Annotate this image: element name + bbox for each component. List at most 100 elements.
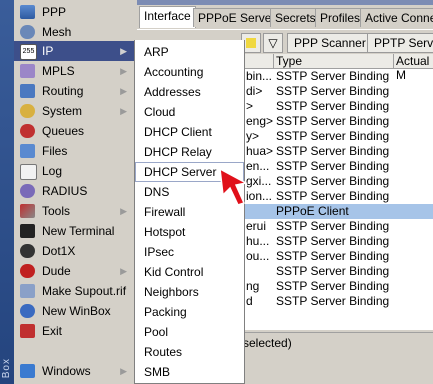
submenu-item-dhcp-client[interactable]: DHCP Client	[135, 122, 244, 142]
submenu-item-hotspot[interactable]: Hotspot	[135, 222, 244, 242]
menu-item-exit[interactable]: Exit	[14, 321, 135, 341]
terminal-icon	[20, 224, 35, 238]
menu-item-dude[interactable]: Dude ▶	[14, 261, 135, 281]
row-type: SSTP Server Binding	[276, 84, 390, 98]
supout-icon	[20, 284, 35, 298]
system-icon	[20, 104, 35, 118]
submenu-label: Accounting	[144, 65, 204, 79]
menu-label: Queues	[42, 124, 85, 138]
menu-label: System	[42, 104, 83, 118]
menu-label: MPLS	[42, 64, 75, 78]
row-type: SSTP Server Binding	[276, 144, 390, 158]
submenu-item-routes[interactable]: Routes	[135, 342, 244, 362]
red-arrow-pointer-icon	[219, 167, 248, 206]
ip-icon: 255	[20, 44, 37, 60]
tools-icon	[20, 204, 35, 218]
row-type: SSTP Server Binding	[276, 129, 390, 143]
menu-item-routing[interactable]: Routing ▶	[14, 81, 135, 101]
submenu-label: Pool	[144, 325, 169, 339]
row-name: ou...	[246, 249, 270, 263]
row-name: erui	[246, 219, 267, 233]
menu-label: Make Supout.rif	[42, 284, 127, 298]
menu-item-queues[interactable]: Queues	[14, 121, 135, 141]
row-name: ng	[246, 279, 260, 293]
column-type[interactable]: Type	[273, 54, 396, 68]
submenu-label: Kid Control	[144, 265, 204, 279]
menu-item-mesh[interactable]: Mesh	[14, 22, 135, 42]
tab-active-connections[interactable]: Active Connecti	[360, 8, 433, 27]
tab-bar: Interface PPPoE Servers Secrets Profiles…	[137, 6, 433, 28]
column-actual-mtu[interactable]: Actual M	[393, 54, 433, 82]
menu-item-windows[interactable]: Windows ▶	[14, 361, 135, 381]
submenu-arrow-icon: ▶	[120, 66, 127, 76]
submenu-label: DHCP Relay	[144, 145, 212, 159]
menu-item-new-winbox[interactable]: New WinBox	[14, 301, 135, 321]
row-name: hua>	[246, 144, 274, 158]
row-type: SSTP Server Binding	[276, 69, 390, 83]
submenu-label: Packing	[144, 305, 187, 319]
menu-item-system[interactable]: System ▶	[14, 101, 135, 121]
ppp-scanner-button[interactable]: PPP Scanner	[287, 33, 373, 53]
row-type: SSTP Server Binding	[276, 264, 390, 278]
filter-icon[interactable]: ▽	[263, 33, 283, 53]
menu-item-files[interactable]: Files	[14, 141, 135, 161]
row-type: SSTP Server Binding	[276, 219, 390, 233]
submenu-label: Firewall	[144, 205, 186, 219]
row-type: SSTP Server Binding	[276, 294, 390, 308]
submenu-label: SMB	[144, 365, 171, 379]
menu-label: Routing	[42, 84, 84, 98]
submenu-label: Addresses	[144, 85, 201, 99]
row-type: SSTP Server Binding	[276, 279, 390, 293]
submenu-item-accounting[interactable]: Accounting	[135, 62, 244, 82]
menu-item-radius[interactable]: RADIUS	[14, 181, 135, 201]
main-menu: PPP Mesh 255 IP ▶ MPLS ▶ Routing ▶ Syste…	[14, 0, 259, 384]
submenu-label: DHCP Client	[144, 125, 212, 139]
menu-label: Dude	[42, 264, 71, 278]
submenu-label: Hotspot	[144, 225, 186, 239]
menu-label: PPP	[42, 5, 67, 19]
tab-secrets[interactable]: Secrets	[270, 8, 321, 27]
submenu-label: IPsec	[144, 245, 175, 259]
menu-label: Windows	[42, 364, 91, 378]
menu-item-ppp[interactable]: PPP	[14, 2, 135, 22]
submenu-item-neighbors[interactable]: Neighbors	[135, 282, 244, 302]
submenu-item-arp[interactable]: ARP	[135, 42, 244, 62]
menu-item-mpls[interactable]: MPLS ▶	[14, 61, 135, 81]
row-name: eng>	[246, 114, 274, 128]
tab-interface[interactable]: Interface	[139, 6, 196, 28]
menu-label: RADIUS	[42, 184, 88, 198]
menu-label: Dot1X	[42, 244, 76, 258]
submenu-item-addresses[interactable]: Addresses	[135, 82, 244, 102]
submenu-item-dhcp-relay[interactable]: DHCP Relay	[135, 142, 244, 162]
window-titlebar	[137, 0, 433, 5]
windows-icon	[20, 364, 35, 378]
menu-label: Exit	[42, 324, 63, 338]
winbox-side-strip: Box	[0, 0, 14, 384]
menu-item-log[interactable]: Log	[14, 161, 135, 181]
menu-item-tools[interactable]: Tools ▶	[14, 201, 135, 221]
row-name: hu...	[246, 234, 270, 248]
row-name: d	[246, 294, 253, 308]
submenu-item-cloud[interactable]: Cloud	[135, 102, 244, 122]
submenu-item-ipsec[interactable]: IPsec	[135, 242, 244, 262]
submenu-item-pool[interactable]: Pool	[135, 322, 244, 342]
dot1x-icon	[20, 244, 35, 258]
pptp-server-button[interactable]: PPTP Server	[367, 33, 433, 53]
menu-label: Tools	[42, 204, 71, 218]
submenu-item-packing[interactable]: Packing	[135, 302, 244, 322]
menu-item-make-supout[interactable]: Make Supout.rif	[14, 281, 135, 301]
menu-label: Mesh	[42, 25, 72, 39]
row-type: SSTP Server Binding	[276, 249, 390, 263]
row-type: SSTP Server Binding	[276, 234, 390, 248]
submenu-item-smb[interactable]: SMB	[135, 362, 244, 382]
menu-item-dot1x[interactable]: Dot1X	[14, 241, 135, 261]
files-icon	[20, 144, 35, 158]
tab-profiles[interactable]: Profiles	[315, 8, 366, 27]
submenu-item-kid-control[interactable]: Kid Control	[135, 262, 244, 282]
row-type: SSTP Server Binding	[276, 174, 390, 188]
menu-item-new-terminal[interactable]: New Terminal	[14, 221, 135, 241]
submenu-label: Cloud	[144, 105, 176, 119]
submenu-label: ARP	[144, 45, 169, 59]
submenu-arrow-icon: ▶	[120, 106, 127, 116]
submenu-label: Neighbors	[144, 285, 199, 299]
